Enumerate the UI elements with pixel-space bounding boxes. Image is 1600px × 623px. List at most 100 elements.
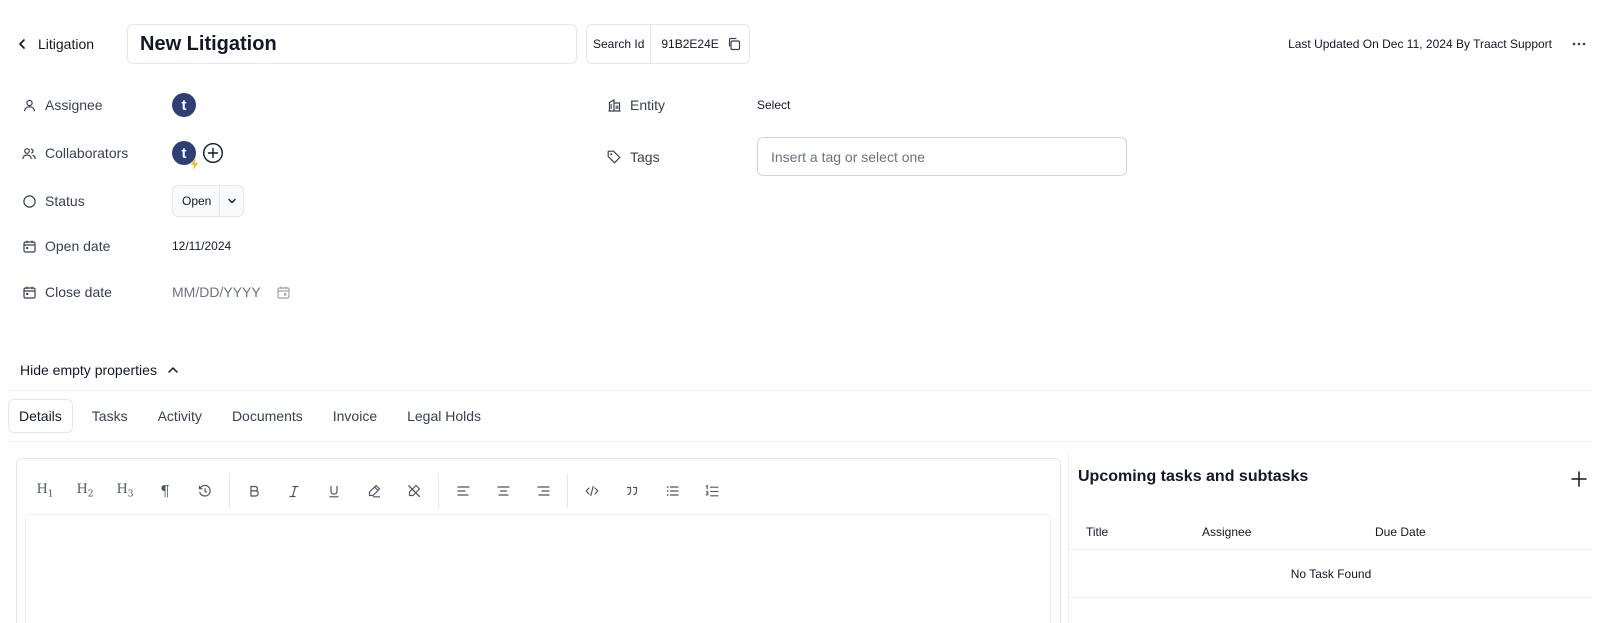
align-left-icon[interactable]: [443, 475, 483, 507]
assignee-label-group: Assignee: [22, 97, 172, 113]
building-icon: [607, 98, 621, 112]
circle-icon: [22, 194, 36, 208]
divider: [8, 441, 1592, 442]
empty-state-text: No Task Found: [1069, 550, 1593, 598]
tab-documents[interactable]: Documents: [221, 399, 314, 433]
editor-content-area[interactable]: [25, 514, 1051, 623]
chevron-left-icon: [16, 38, 28, 50]
calendar-icon: [22, 239, 36, 253]
toolbar-separator: [229, 474, 230, 508]
highlight-icon[interactable]: [354, 475, 394, 507]
collaborators-label-group: Collaborators: [22, 145, 172, 161]
hide-empty-label: Hide empty properties: [20, 362, 157, 378]
status-dropdown[interactable]: Open: [172, 185, 245, 217]
heading-3-icon[interactable]: H3: [105, 475, 145, 507]
quote-icon[interactable]: [612, 475, 652, 507]
status-label-group: Status: [22, 193, 172, 209]
collaborator-avatar-letter: t: [181, 144, 187, 162]
upcoming-tasks-panel: Upcoming tasks and subtasks Title Assign…: [1068, 452, 1593, 623]
status-label: Status: [45, 193, 85, 209]
entity-label: Entity: [630, 97, 666, 113]
entity-row: Entity Select: [607, 91, 790, 119]
heading-2-letter: H: [76, 482, 88, 498]
clear-highlight-icon[interactable]: [394, 475, 434, 507]
chevron-down-icon[interactable]: [219, 186, 243, 216]
assignee-avatar-letter: t: [181, 96, 187, 114]
column-due-date[interactable]: Due Date: [1375, 525, 1426, 539]
lightning-icon: [190, 158, 199, 170]
tags-label-group: Tags: [607, 149, 757, 165]
search-id-box: Search Id 91B2E24E: [586, 24, 750, 64]
bold-icon[interactable]: [234, 475, 274, 507]
heading-1-letter: H: [36, 482, 48, 498]
heading-3-letter: H: [116, 482, 128, 498]
ordered-list-icon[interactable]: [692, 475, 732, 507]
code-icon[interactable]: [572, 475, 612, 507]
open-date-value[interactable]: 12/11/2024: [172, 239, 231, 253]
upcoming-tasks-title: Upcoming tasks and subtasks: [1078, 468, 1309, 485]
assignee-avatar[interactable]: t: [172, 93, 196, 117]
heading-1-icon[interactable]: H1: [25, 475, 65, 507]
last-updated-text: Last Updated On Dec 11, 2024 By Traact S…: [1288, 37, 1552, 51]
heading-2-icon[interactable]: H2: [65, 475, 105, 507]
close-date-row: Close date MM/DD/YYYY: [22, 278, 290, 306]
heading-2-number: 2: [87, 489, 94, 500]
open-date-row: Open date 12/11/2024: [22, 232, 231, 260]
toolbar-separator: [438, 474, 439, 508]
column-assignee[interactable]: Assignee: [1202, 525, 1251, 539]
assignee-row: Assignee t: [22, 91, 196, 119]
heading-3-number: 3: [127, 489, 134, 500]
assignee-label: Assignee: [45, 97, 103, 113]
bullet-list-icon[interactable]: [652, 475, 692, 507]
clear-format-icon[interactable]: [185, 475, 225, 507]
close-date-label: Close date: [45, 284, 112, 300]
copy-icon[interactable]: [727, 37, 741, 51]
collaborator-avatar[interactable]: t: [172, 141, 199, 170]
top-bar: Litigation Search Id 91B2E24E Last Updat…: [0, 0, 1600, 88]
tag-icon: [607, 150, 621, 164]
search-id-label: Search Id: [587, 25, 652, 63]
italic-icon[interactable]: [274, 475, 314, 507]
tab-activity[interactable]: Activity: [147, 399, 213, 433]
rich-text-editor: H1 H2 H3 ¶: [16, 458, 1061, 623]
paragraph-icon[interactable]: ¶: [145, 475, 185, 507]
align-center-icon[interactable]: [483, 475, 523, 507]
tab-details[interactable]: Details: [8, 399, 73, 433]
tags-row: Tags: [607, 137, 1127, 176]
calendar-icon: [22, 285, 36, 299]
tags-label: Tags: [630, 148, 660, 165]
tab-invoice[interactable]: Invoice: [322, 399, 388, 433]
plus-icon[interactable]: [1570, 470, 1588, 488]
status-row: Status Open: [22, 185, 245, 217]
open-date-label-group: Open date: [22, 238, 172, 254]
back-button[interactable]: Litigation: [16, 31, 104, 57]
calendar-picker-icon[interactable]: [277, 286, 290, 299]
divider: [8, 390, 1592, 391]
entity-label-group: Entity: [607, 97, 757, 113]
close-date-input[interactable]: MM/DD/YYYY: [172, 284, 261, 300]
column-title[interactable]: Title: [1086, 525, 1108, 539]
title-input[interactable]: [127, 24, 577, 64]
heading-1-number: 1: [47, 489, 54, 500]
tab-legal-holds[interactable]: Legal Holds: [396, 399, 492, 433]
align-right-icon[interactable]: [523, 475, 563, 507]
editor-textarea[interactable]: [26, 515, 1050, 623]
users-icon: [22, 146, 36, 160]
add-collaborator-icon[interactable]: [202, 142, 224, 164]
open-date-label: Open date: [45, 238, 111, 254]
tags-input[interactable]: [757, 137, 1127, 176]
close-date-label-group: Close date: [22, 284, 172, 300]
editor-toolbar: H1 H2 H3 ¶: [25, 471, 732, 511]
more-options-icon[interactable]: [1568, 34, 1590, 54]
search-id-value: 91B2E24E: [661, 37, 719, 51]
hide-empty-properties-toggle[interactable]: Hide empty properties: [20, 362, 179, 378]
tab-tasks[interactable]: Tasks: [81, 399, 139, 433]
toolbar-separator: [567, 474, 568, 508]
chevron-up-icon: [167, 364, 179, 376]
entity-select[interactable]: Select: [757, 98, 790, 112]
underline-icon[interactable]: [314, 475, 354, 507]
back-label: Litigation: [38, 36, 95, 52]
status-value: Open: [182, 194, 212, 208]
tasks-table-header: Title Assignee Due Date: [1069, 514, 1593, 550]
collaborators-label: Collaborators: [45, 145, 129, 161]
